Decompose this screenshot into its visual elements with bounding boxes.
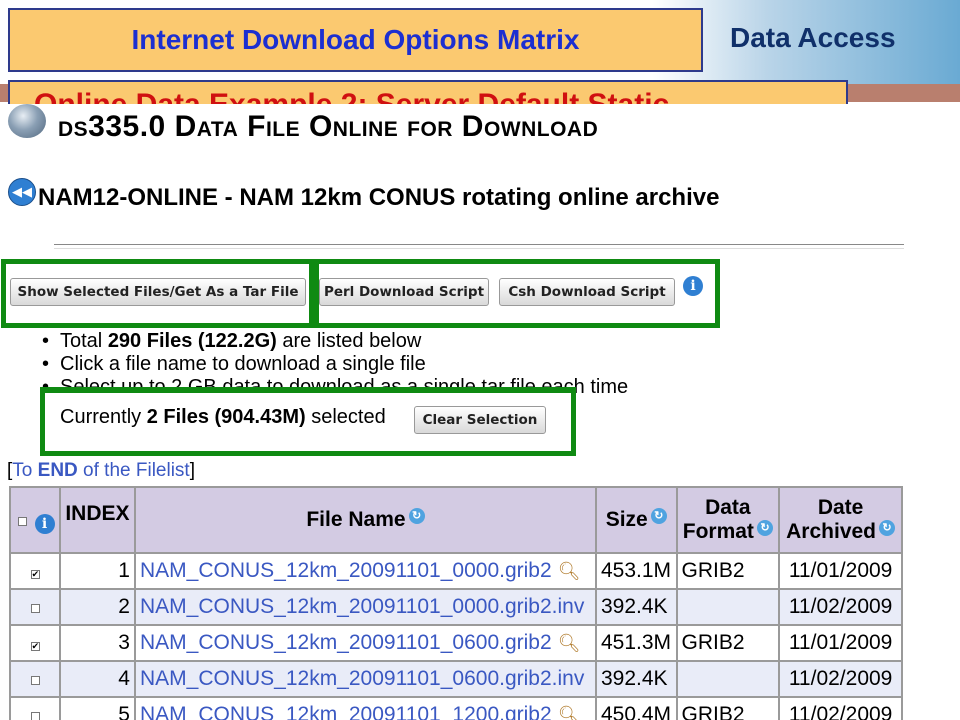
row-index: 2: [61, 590, 134, 624]
sort-icon[interactable]: ↻: [756, 520, 773, 536]
archive-title: NAM12-ONLINE - NAM 12km CONUS rotating o…: [38, 184, 720, 211]
row-size: 453.1M: [596, 554, 676, 588]
row-date: 11/01/2009: [780, 626, 901, 660]
date-header[interactable]: Date Archived ↻: [780, 488, 901, 552]
slide-subtitle: Online Data Example 2: Server Default St…: [34, 88, 669, 104]
row-checkbox[interactable]: ✔: [30, 642, 40, 651]
row-checkbox[interactable]: [30, 604, 40, 613]
row-index: 3: [61, 626, 134, 660]
table-row: 2 NAM_CONUS_12km_20091101_0000.grib2.inv…: [11, 590, 901, 624]
slide-title-box: Internet Download Options Matrix: [8, 8, 703, 72]
file-table: i INDEX File Name ↻ Size ↻ Data Format ↻ Dat…: [9, 486, 903, 720]
row-checkbox[interactable]: ✔: [30, 570, 40, 579]
section-label: Data Access: [730, 22, 896, 53]
to-end-link[interactable]: To END of the Filelist: [12, 460, 189, 481]
horizontal-rule: [54, 244, 904, 249]
row-index: 1: [61, 554, 134, 588]
magnifier-icon[interactable]: 🔍︎: [558, 705, 581, 720]
file-link[interactable]: NAM_CONUS_12km_20091101_0000.grib2.inv: [140, 595, 584, 618]
total-line: Total 290 Files (122.2G) are listed belo…: [42, 330, 628, 353]
row-format: [677, 590, 779, 624]
row-index: 5: [61, 698, 134, 720]
filelist-nav: [To END of the Filelist]: [7, 460, 195, 481]
row-format: [677, 662, 779, 696]
dataset-title: ds335.0 Data File Online for Download: [58, 110, 599, 143]
table-row: 5 NAM_CONUS_12km_20091101_1200.grib2 🔍︎ 4…: [11, 698, 901, 720]
slide-title: Internet Download Options Matrix: [131, 24, 580, 55]
row-checkbox[interactable]: [30, 676, 40, 685]
globe-icon: [8, 104, 46, 138]
file-link[interactable]: NAM_CONUS_12km_20091101_0600.grib2: [140, 631, 552, 654]
file-link[interactable]: NAM_CONUS_12km_20091101_0600.grib2.inv: [140, 667, 584, 690]
back-arrow-icon[interactable]: ◀◀: [8, 178, 36, 206]
row-checkbox[interactable]: [30, 712, 40, 720]
click-line: Click a file name to download a single f…: [42, 353, 628, 376]
row-size: 392.4K: [596, 662, 676, 696]
highlight-scripts-box: [314, 259, 720, 328]
row-size: 392.4K: [596, 590, 676, 624]
sort-icon[interactable]: ↻: [650, 508, 667, 524]
row-date: 11/02/2009: [780, 698, 901, 720]
row-date: 11/02/2009: [780, 662, 901, 696]
select-all-header: i: [11, 488, 60, 552]
magnifier-icon[interactable]: 🔍︎: [558, 633, 581, 653]
table-row: ✔ 1 NAM_CONUS_12km_20091101_0000.grib2 🔍︎…: [11, 554, 901, 588]
format-header[interactable]: Data Format ↻: [677, 488, 779, 552]
row-size: 451.3M: [596, 626, 676, 660]
browser-screenshot: ds335.0 Data File Online for Download ◀◀…: [0, 104, 960, 720]
sort-icon[interactable]: ↻: [408, 508, 425, 524]
file-link[interactable]: NAM_CONUS_12km_20091101_1200.grib2: [140, 703, 552, 720]
table-row: ✔ 3 NAM_CONUS_12km_20091101_0600.grib2 🔍︎…: [11, 626, 901, 660]
file-name-header[interactable]: File Name ↻: [135, 488, 595, 552]
info-icon[interactable]: i: [34, 514, 55, 534]
row-format: GRIB2: [677, 554, 779, 588]
highlight-tar-box: [1, 259, 314, 328]
size-header[interactable]: Size ↻: [596, 488, 676, 552]
select-all-checkbox[interactable]: [17, 517, 27, 526]
magnifier-icon[interactable]: 🔍︎: [558, 561, 581, 581]
row-date: 11/02/2009: [780, 590, 901, 624]
sort-icon[interactable]: ↻: [879, 520, 896, 536]
row-size: 450.4M: [596, 698, 676, 720]
highlight-selection-box: [40, 387, 576, 456]
slide-subtitle-box: Online Data Example 2: Server Default St…: [8, 80, 848, 104]
row-format: GRIB2: [677, 626, 779, 660]
row-date: 11/01/2009: [780, 554, 901, 588]
table-row: 4 NAM_CONUS_12km_20091101_0600.grib2.inv…: [11, 662, 901, 696]
row-format: GRIB2: [677, 698, 779, 720]
row-index: 4: [61, 662, 134, 696]
index-header: INDEX: [61, 488, 134, 552]
file-link[interactable]: NAM_CONUS_12km_20091101_0000.grib2: [140, 559, 552, 582]
